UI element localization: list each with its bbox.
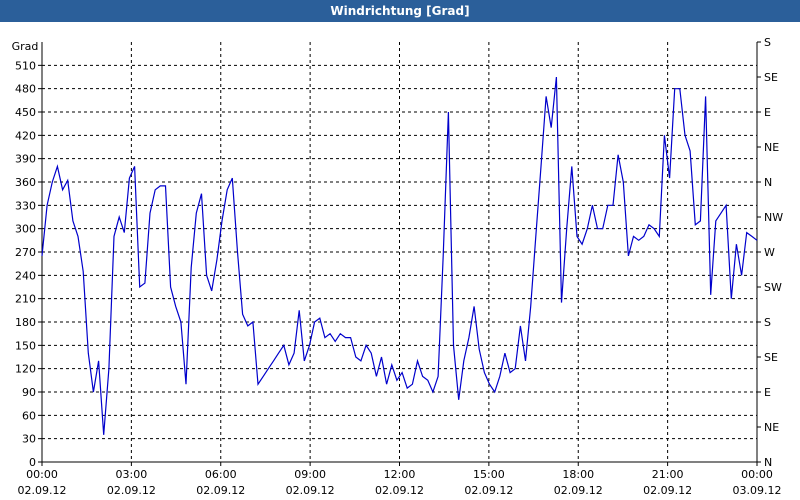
x-tick-date: 02.09.12	[554, 484, 603, 497]
x-tick-time: 06:00	[205, 468, 237, 481]
y-axis-label: Grad	[12, 40, 39, 53]
right-axis-label: S	[764, 316, 771, 329]
y-tick-label: 30	[22, 433, 36, 446]
y-tick-label: 150	[15, 339, 36, 352]
right-axis-label: E	[764, 106, 771, 119]
x-tick-time: 09:00	[294, 468, 326, 481]
y-tick-label: 360	[15, 176, 36, 189]
x-tick-date: 02.09.12	[286, 484, 335, 497]
right-axis-label: SE	[764, 351, 778, 364]
x-tick-date: 02.09.12	[196, 484, 245, 497]
x-tick-time: 03:00	[116, 468, 148, 481]
x-tick-date: 02.09.12	[375, 484, 424, 497]
y-tick-label: 180	[15, 316, 36, 329]
x-tick-date: 02.09.12	[18, 484, 67, 497]
y-tick-label: 90	[22, 386, 36, 399]
right-axis-label: SW	[764, 281, 782, 294]
right-axis-label: W	[764, 246, 775, 259]
right-axis-label: N	[764, 176, 772, 189]
y-tick-label: 420	[15, 129, 36, 142]
y-tick-label: 60	[22, 409, 36, 422]
wind-direction-series-line	[41, 76, 758, 435]
y-tick-label: 210	[15, 293, 36, 306]
x-tick-date: 02.09.12	[464, 484, 513, 497]
x-tick-time: 15:00	[473, 468, 505, 481]
x-tick-time: 12:00	[384, 468, 416, 481]
y-tick-label: 330	[15, 199, 36, 212]
right-axis-label: E	[764, 386, 771, 399]
y-tick-label: 450	[15, 106, 36, 119]
right-axis-label: S	[764, 36, 771, 49]
y-tick-label: 510	[15, 59, 36, 72]
x-tick-time: 00:00	[26, 468, 58, 481]
right-axis-label: NE	[764, 141, 779, 154]
x-tick-time: 00:00	[741, 468, 773, 481]
x-tick-date: 02.09.12	[107, 484, 156, 497]
right-axis-label: NW	[764, 211, 783, 224]
chart-canvas: 0306090120150180210240270300330360390420…	[12, 36, 784, 497]
right-axis-label: NE	[764, 421, 779, 434]
y-tick-label: 480	[15, 83, 36, 96]
x-tick-time: 18:00	[562, 468, 594, 481]
x-tick-time: 21:00	[652, 468, 684, 481]
y-tick-label: 120	[15, 363, 36, 376]
y-tick-label: 240	[15, 269, 36, 282]
right-axis-label: SE	[764, 71, 778, 84]
x-tick-date: 03.09.12	[733, 484, 782, 497]
y-tick-label: 270	[15, 246, 36, 259]
y-tick-label: 300	[15, 223, 36, 236]
x-tick-date: 02.09.12	[643, 484, 692, 497]
y-tick-label: 390	[15, 153, 36, 166]
